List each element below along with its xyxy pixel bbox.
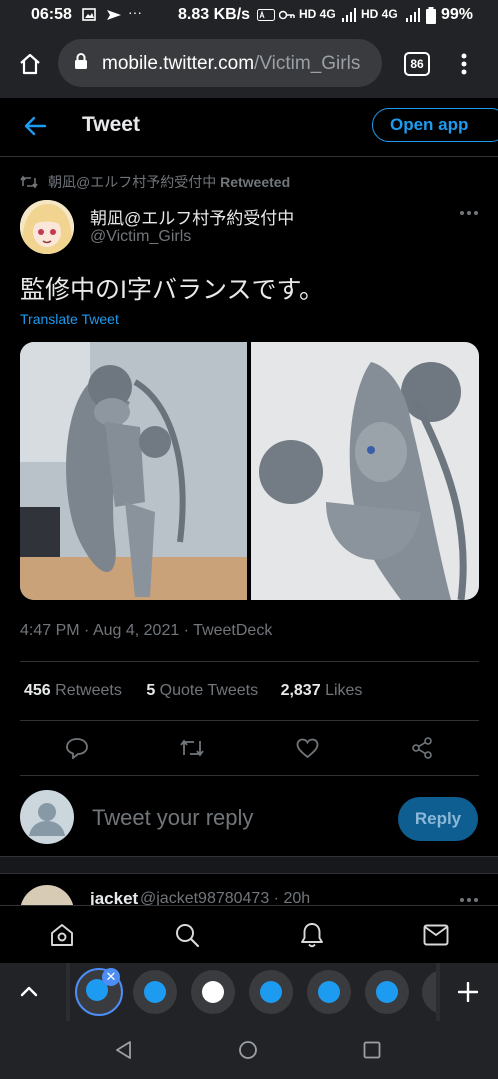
retweets-stat[interactable]: 456 Retweets [24, 682, 122, 699]
avatar[interactable] [20, 200, 74, 254]
more-options-icon[interactable] [459, 210, 479, 216]
signal-icon [342, 8, 356, 22]
share-icon[interactable] [411, 737, 433, 759]
battery-level: 99% [441, 6, 474, 23]
reply-input[interactable]: Tweet your reply [92, 805, 253, 831]
twitter-icon [260, 981, 282, 1003]
author-display-name[interactable]: 朝凪@エルフ村予約受付中 [90, 204, 294, 229]
collapse-tabs-icon[interactable] [20, 985, 38, 997]
notifications-nav-icon[interactable] [299, 921, 325, 949]
reply-avatar[interactable] [20, 885, 74, 905]
tab-thumbnail[interactable] [249, 970, 293, 1014]
reply-icon[interactable] [65, 737, 89, 759]
network-type-2: HD 4G [361, 7, 398, 21]
like-heart-icon[interactable] [296, 738, 319, 759]
auto-icon [257, 9, 275, 21]
tab-thumbnail[interactable] [191, 970, 235, 1014]
battery-icon [426, 7, 436, 24]
recents-nav-icon[interactable] [363, 1041, 381, 1059]
divider-line [20, 720, 479, 721]
reply-age[interactable]: 20h [283, 890, 310, 905]
new-tab-plus-icon[interactable] [458, 982, 478, 1002]
gallery-icon [82, 8, 96, 21]
retweet-action-icon[interactable] [179, 738, 205, 758]
status-bar: 06:58 ··· 8.83 KB/s HD 4G HD 4G 99% [0, 0, 498, 30]
translate-tweet-link[interactable]: Translate Tweet [20, 311, 119, 327]
back-arrow-icon[interactable] [23, 115, 47, 137]
current-user-avatar [20, 790, 74, 844]
reply-composer: Tweet your reply Reply [0, 776, 498, 856]
send-icon [106, 8, 122, 22]
more-notifications-icon: ··· [128, 4, 142, 20]
reply-author-name[interactable]: jacket [90, 889, 138, 905]
reply-meta: @jacket98780473 · 20h [140, 890, 311, 905]
quotes-stat[interactable]: 5 Quote Tweets [146, 682, 258, 699]
signal-icon-2 [406, 8, 420, 22]
tweet-date[interactable]: Aug 4, 2021 [93, 622, 179, 639]
reply-author-handle[interactable]: @jacket98780473 [140, 890, 269, 905]
tweet-photo-1[interactable] [20, 342, 247, 600]
network-type-1: HD 4G [299, 7, 336, 21]
tweet-stats: 456 Retweets 5 Quote Tweets 2,837 Likes [24, 682, 362, 700]
reply-button[interactable]: Reply [398, 797, 478, 841]
likes-stat[interactable]: 2,837 Likes [281, 682, 363, 699]
quotes-count: 5 [146, 682, 156, 699]
retweeted-label: Retweeted [220, 174, 291, 190]
close-tab-icon[interactable]: ✕ [102, 968, 120, 986]
retweets-count: 456 [24, 682, 51, 699]
lock-icon [74, 52, 88, 70]
tab-strip-edge [66, 963, 70, 1021]
url-path: /Victim_Girls [254, 53, 361, 74]
address-bar[interactable]: mobile.twitter.com/Victim_Girls [58, 39, 382, 87]
home-nav-circle-icon[interactable] [238, 1040, 258, 1060]
tweet-time[interactable]: 4:47 PM [20, 622, 80, 639]
likes-count: 2,837 [280, 682, 321, 699]
retweet-context: 朝凪@エルフ村予約受付中 Retweeted [20, 172, 290, 192]
key-icon [279, 10, 295, 20]
twitter-header: Tweet Open app [0, 98, 498, 157]
tab-thumbnail[interactable] [422, 970, 436, 1014]
tweet-source[interactable]: TweetDeck [193, 622, 272, 639]
section-divider [0, 856, 498, 874]
site-favicon-icon [202, 981, 224, 1003]
reply-more-icon[interactable] [459, 897, 479, 903]
system-navigation-bar [0, 1021, 498, 1079]
back-nav-icon[interactable] [115, 1040, 133, 1060]
retweet-icon [20, 175, 38, 189]
url-domain: mobile.twitter.com [102, 53, 255, 74]
url-text: mobile.twitter.com/Victim_Girls [102, 53, 360, 75]
author-handle[interactable]: @Victim_Girls [90, 228, 191, 246]
likes-label: Likes [325, 682, 363, 699]
tweet-media[interactable] [20, 342, 479, 600]
browser-menu-icon[interactable] [460, 52, 468, 76]
open-app-button[interactable]: Open app [372, 108, 498, 142]
network-speed: 8.83 KB/s [178, 6, 251, 23]
messages-nav-icon[interactable] [423, 924, 449, 946]
tab-strip-edge [436, 963, 440, 1021]
browser-toolbar: mobile.twitter.com/Victim_Girls 86 [0, 30, 498, 98]
twitter-icon [376, 981, 398, 1003]
bottom-navigation [0, 905, 498, 964]
tab-thumbnail[interactable] [133, 970, 177, 1014]
tweet-text: 監修中のI字バランスです。 [20, 276, 324, 304]
status-time: 06:58 [31, 6, 72, 23]
reply-item[interactable]: jacket @jacket98780473 · 20h [0, 873, 498, 905]
page-title: Tweet [82, 113, 140, 136]
search-nav-icon[interactable] [174, 922, 200, 948]
browser-tab-strip: ✕ [0, 963, 498, 1021]
twitter-icon [144, 981, 166, 1003]
tab-switcher-button[interactable]: 86 [404, 52, 430, 76]
home-nav-icon[interactable] [49, 922, 75, 948]
tab-thumbnail[interactable] [307, 970, 351, 1014]
tweet-photo-2[interactable] [251, 342, 479, 600]
quotes-label: Quote Tweets [159, 682, 259, 699]
divider-line [20, 661, 479, 662]
home-icon[interactable] [18, 52, 42, 76]
twitter-icon [318, 981, 340, 1003]
retweeter-name[interactable]: 朝凪@エルフ村予約受付中 [48, 174, 216, 190]
retweets-label: Retweets [55, 682, 122, 699]
tweet-timestamp: 4:47 PM · Aug 4, 2021 · TweetDeck [20, 622, 273, 639]
tab-thumbnail[interactable] [365, 970, 409, 1014]
